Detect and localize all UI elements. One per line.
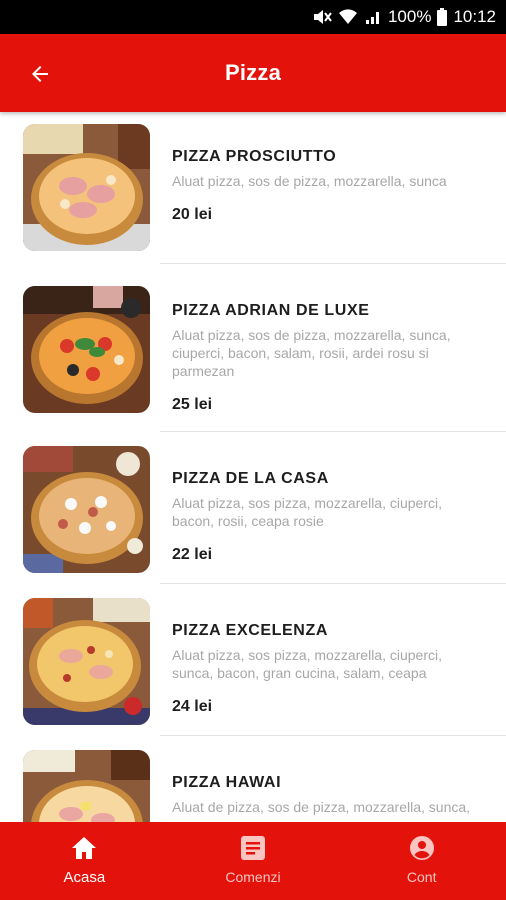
pizza-name: PIZZA EXCELENZA: [172, 622, 328, 639]
bottom-nav: Acasa Comenzi Cont: [0, 822, 506, 900]
pizza-price: 25 lei: [172, 396, 213, 413]
nav-label: Cont: [406, 869, 437, 885]
pizza-image: [23, 446, 150, 573]
pizza-description: Aluat pizza, sos pizza, mozzarella, ciup…: [172, 647, 442, 681]
nav-item-comenzi[interactable]: Comenzi: [169, 822, 338, 900]
nav-item-acasa[interactable]: Acasa: [0, 822, 169, 900]
pizza-description: Aluat pizza, sos pizza, mozzarella, ciup…: [172, 495, 442, 529]
home-icon: [71, 834, 97, 862]
wifi-icon: [338, 8, 358, 26]
pizza-name: PIZZA HAWAI: [172, 774, 282, 791]
battery-icon: [437, 8, 448, 26]
pizza-price: 20 lei: [172, 206, 213, 223]
nav-item-cont[interactable]: Cont: [337, 822, 506, 900]
page-title: Pizza: [224, 60, 282, 85]
status-bar: 100% 10:12: [0, 0, 506, 34]
list-item[interactable]: PIZZA HAWAI Aluat de pizza, sos de pizza…: [0, 736, 506, 822]
pizza-image: [23, 286, 150, 413]
list-item[interactable]: PIZZA ADRIAN DE LUXE Aluat pizza, sos de…: [0, 264, 506, 432]
pizza-description: Aluat de pizza, sos de pizza, mozzarella…: [172, 799, 471, 822]
pizza-description: Aluat pizza, sos de pizza, mozzarella, s…: [172, 173, 447, 189]
pizza-name: PIZZA ADRIAN DE LUXE: [172, 302, 370, 319]
pizza-image: [23, 598, 150, 725]
nav-label: Acasa: [63, 869, 106, 886]
pizza-list[interactable]: PIZZA PROSCIUTTO Aluat pizza, sos de piz…: [0, 112, 506, 822]
pizza-price: 22 lei: [172, 546, 213, 563]
clock: 10:12: [453, 7, 496, 26]
mute-icon: [312, 8, 332, 26]
app-bar: Pizza: [0, 34, 506, 112]
signal-icon: [364, 8, 382, 26]
account-icon: [409, 834, 435, 862]
pizza-image: [23, 124, 150, 251]
pizza-image: [23, 750, 150, 822]
list-item[interactable]: PIZZA EXCELENZA Aluat pizza, sos pizza, …: [0, 584, 506, 736]
pizza-price: 24 lei: [172, 698, 213, 715]
pizza-name: PIZZA DE LA CASA: [172, 470, 329, 487]
list-item[interactable]: PIZZA PROSCIUTTO Aluat pizza, sos de piz…: [0, 112, 506, 264]
pizza-name: PIZZA PROSCIUTTO: [172, 148, 337, 165]
nav-label: Comenzi: [225, 869, 281, 885]
list-item[interactable]: PIZZA DE LA CASA Aluat pizza, sos pizza,…: [0, 432, 506, 584]
pizza-description: Aluat pizza, sos de pizza, mozzarella, s…: [172, 327, 451, 379]
orders-icon: [240, 834, 266, 862]
battery-percent: 100%: [387, 7, 432, 26]
